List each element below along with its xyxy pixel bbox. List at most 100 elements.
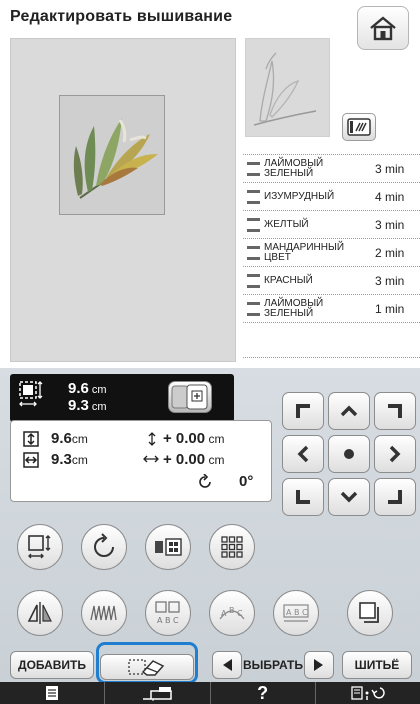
chevron-right-icon [389,445,401,463]
svg-text:A: A [157,616,163,625]
svg-text:A B C: A B C [286,608,308,617]
sewing-machine-button[interactable] [105,682,211,704]
move-up-left-button[interactable] [282,392,324,430]
thread-spool-icon [247,245,260,260]
bottom-toolbar: ? [0,682,420,704]
home-icon [370,16,396,41]
rotate-button[interactable] [81,524,127,570]
thread-list-item: МАНДАРИННЫЙ ЦВЕТ 2 min [243,238,420,266]
thread-display-button[interactable] [342,113,376,141]
border-button[interactable] [347,590,393,636]
thread-display-icon [347,118,371,136]
vertical-move-icon [148,432,156,446]
move-up-right-button[interactable] [374,392,416,430]
move-right-button[interactable] [374,435,416,473]
thread-list-item: ЛАЙМОВЫЙ ЗЕЛЕНЫЙ 1 min [243,294,420,322]
rotation-icon [199,474,211,488]
resize-button[interactable] [17,524,63,570]
delete-button-highlight [96,642,198,684]
select-previous-button[interactable] [212,651,242,679]
move-center-button[interactable] [328,435,370,473]
color-change-icon [155,538,182,556]
embroidery-design-frame[interactable] [59,95,165,215]
svg-text:B: B [165,616,171,625]
chevron-left-icon [297,445,309,463]
size-frame-icon [19,381,43,407]
move-left-button[interactable] [282,435,324,473]
thread-spool-icon [247,273,260,288]
move-down-button[interactable] [328,478,370,516]
density-button[interactable] [209,524,255,570]
triangle-right-icon [314,659,323,671]
thread-spool-icon [247,189,260,204]
rotation-value: 0° [239,473,254,490]
document-icon [46,686,59,700]
curve-text-button[interactable]: BC A [209,590,255,636]
thread-spool-icon [247,161,260,176]
thread-list-divider [243,357,420,358]
page-title: Редактировать вышивание [10,8,233,25]
corner-bottom-left-icon [296,490,310,504]
leaf-outline-image [253,52,317,126]
mirror-button[interactable] [17,590,63,636]
horizontal-move-icon [143,455,159,463]
vertical-offset-value: + 0.00 cm [163,430,225,447]
curve-icon: B C A [219,606,245,620]
select-label: ВЫБРАТЬ [243,658,304,672]
edit-height-value: 9.6cm [51,430,88,447]
spacing-button[interactable]: A B C [273,590,319,636]
mirror-icon [27,602,52,624]
horizontal-offset-value: + 0.00 cm [163,451,225,468]
design-thumbnail [245,38,330,137]
stitch-density-button[interactable] [81,590,127,636]
select-next-button[interactable] [304,651,334,679]
chevron-down-icon [340,491,358,503]
density-icon [221,536,243,558]
sewing-machine-icon [143,687,173,701]
triangle-left-icon [223,659,232,671]
corner-bottom-right-icon [388,490,402,504]
edit-info-box: 9.6cm 9.3cm + 0.00 cm + 0.00 cm 0° [10,420,272,502]
border-icon [359,602,379,623]
thread-list-item: ИЗУМРУДНЫЙ 4 min [243,182,420,210]
design-width-value: 9.3 cm [68,397,107,414]
spacing-icon: A B C [283,604,309,622]
thread-list-item: КРАСНЫЙ 3 min [243,266,420,294]
settings-button[interactable] [316,682,420,704]
thread-list-item: ЖЕЛТЫЙ 3 min [243,210,420,238]
settings-icon [351,686,385,700]
rotate-icon [94,533,114,557]
svg-text:B: B [229,606,235,615]
embroidery-frame-icon [171,384,208,410]
frame-select-button[interactable] [168,381,212,413]
thread-spool-icon [247,217,260,232]
move-down-left-button[interactable] [282,478,324,516]
design-size-display: 9.6 cm 9.3 cm [10,374,234,422]
add-button[interactable]: ДОБАВИТЬ [10,651,94,679]
move-down-right-button[interactable] [374,478,416,516]
document-button[interactable] [0,682,106,704]
home-button[interactable] [357,6,409,50]
center-dot-icon [344,449,354,459]
thread-list-item: ЛАЙМОВЫЙ ЗЕЛЕНЫЙ 3 min [243,154,420,182]
height-arrow-icon [23,431,39,447]
chevron-up-icon [340,405,358,417]
leaf-embroidery-image [73,118,158,199]
width-arrow-icon [23,452,39,468]
svg-text:C: C [237,609,243,618]
help-button[interactable]: ? [211,682,316,704]
corner-top-left-icon [296,404,310,418]
thread-list-divider [243,322,420,323]
edit-width-value: 9.3cm [51,451,88,468]
thread-spool-icon [247,301,260,316]
stitch-density-icon [90,605,117,621]
move-up-button[interactable] [328,392,370,430]
svg-text:A: A [221,609,227,618]
array-button[interactable]: ABC [145,590,191,636]
svg-text:C: C [173,616,179,625]
resize-icon [28,535,51,559]
sew-button[interactable]: ШИТЬЁ [342,651,412,679]
color-change-button[interactable] [145,524,191,570]
corner-top-right-icon [388,404,402,418]
array-icon: ABC [155,601,180,625]
